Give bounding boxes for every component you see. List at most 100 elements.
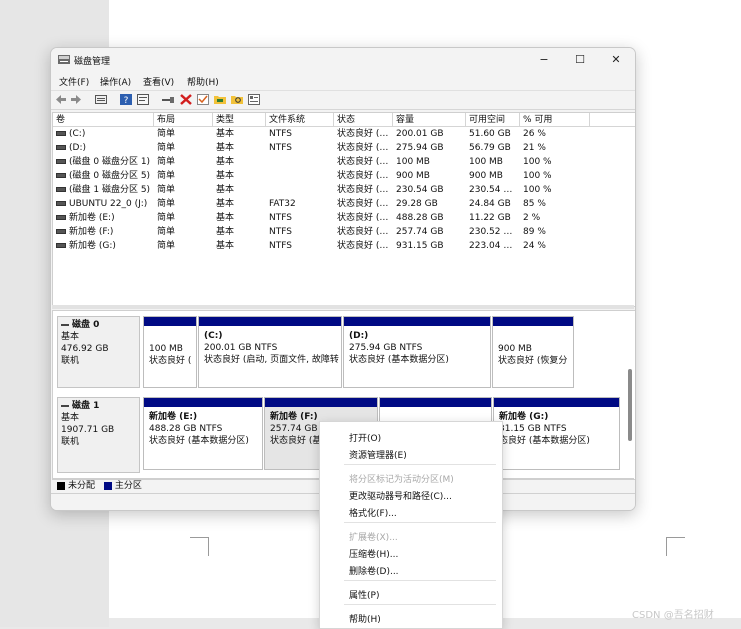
column-header-free-space[interactable]: 可用空间 <box>466 113 520 127</box>
table-row[interactable]: 新加卷 (G:) 简单 基本 NTFS 状态良好 (… 931.15 GB 223.04 …… <box>53 239 635 253</box>
cell-text: 新加卷 (E:) <box>69 213 115 223</box>
properties-icon[interactable] <box>137 94 149 105</box>
disk-icon <box>61 323 69 326</box>
view-icon[interactable] <box>248 94 260 105</box>
table-row[interactable]: (磁盘 1 磁盘分区 5) 简单 基本 状态良好 (… 230.54 GB 230.54 … <box>53 183 635 197</box>
menu-view[interactable]: 查看(V) <box>143 75 174 88</box>
menu-item-mark-active[interactable]: 将分区标记为活动分区(M) <box>349 472 454 485</box>
menu-separator <box>344 464 496 465</box>
menu-item-help[interactable]: 帮助(H) <box>349 612 381 625</box>
pane-splitter[interactable] <box>52 305 634 309</box>
menu-help[interactable]: 帮助(H) <box>187 75 219 88</box>
disk-0-info[interactable]: 磁盘 0 基本 476.92 GB 联机 <box>57 316 140 388</box>
column-header-volume[interactable]: 卷 <box>53 113 154 127</box>
disk-0-partition-c[interactable]: (C:) 200.01 GB NTFS 状态良好 (启动, 页面文件, 故障转 <box>198 316 342 388</box>
disk-list-icon[interactable] <box>95 94 107 105</box>
cell-text: 100 MB <box>396 157 430 167</box>
cell-text: 931.15 GB <box>396 241 444 251</box>
cell-text: (D:) <box>69 143 86 153</box>
cell-status: 状态良好 (… <box>337 127 393 141</box>
cell-text: 100 MB <box>469 157 503 167</box>
column-header-filesystem[interactable]: 文件系统 <box>266 113 334 127</box>
forward-icon[interactable] <box>70 94 82 105</box>
title-bar[interactable]: 磁盘管理 − ☐ ✕ <box>51 48 635 72</box>
cell-text: 状态良好 (… <box>337 143 389 153</box>
volume-icon <box>56 201 66 206</box>
cell-text: 状态良好 (… <box>337 213 389 223</box>
partition-bar <box>344 317 490 326</box>
cell-text: 26 % <box>523 129 546 139</box>
partition-status: 态良好 (基本数据分区) <box>499 436 590 446</box>
volume-icon <box>56 159 66 164</box>
back-icon[interactable] <box>55 94 67 105</box>
cell-text: 51.60 GB <box>469 129 511 139</box>
help-icon[interactable]: ? <box>120 94 132 105</box>
cell-capacity: 900 MB <box>396 169 466 183</box>
disk-0-partition-d[interactable]: (D:) 275.94 GB NTFS 状态良好 (基本数据分区) <box>343 316 491 388</box>
menu-item-format[interactable]: 格式化(F)... <box>349 506 397 519</box>
cell-text: 简单 <box>157 241 176 251</box>
cell-text: 900 MB <box>396 171 430 181</box>
folder-icon[interactable] <box>214 94 226 105</box>
close-button[interactable]: ✕ <box>599 51 633 69</box>
column-header-status[interactable]: 状态 <box>334 113 393 127</box>
cell-text: 24.84 GB <box>469 199 511 209</box>
table-row[interactable]: (磁盘 0 磁盘分区 1) 简单 基本 状态良好 (… 100 MB 100 MB 100 … <box>53 155 635 169</box>
connect-icon[interactable] <box>162 94 174 105</box>
menu-item-change-drive-letter[interactable]: 更改驱动器号和路径(C)... <box>349 489 452 502</box>
cell-text: 简单 <box>157 185 176 195</box>
cell-percent-free: 21 % <box>523 141 589 155</box>
table-row[interactable]: 新加卷 (F:) 简单 基本 NTFS 状态良好 (… 257.74 GB 230.52 …… <box>53 225 635 239</box>
table-row[interactable]: (C:) 简单 基本 NTFS 状态良好 (… 200.01 GB 51.60 GB 26 % <box>53 127 635 141</box>
column-header-percent-free[interactable]: % 可用 <box>520 113 590 127</box>
menu-item-explorer[interactable]: 资源管理器(E) <box>349 448 407 461</box>
column-header-capacity[interactable]: 容量 <box>393 113 466 127</box>
table-row[interactable]: (D:) 简单 基本 NTFS 状态良好 (… 275.94 GB 56.79 GB 21 % <box>53 141 635 155</box>
check-icon[interactable] <box>197 94 209 105</box>
column-header-type[interactable]: 类型 <box>213 113 266 127</box>
disk-1-info[interactable]: 磁盘 1 基本 1907.71 GB 联机 <box>57 397 140 473</box>
cell-free-space: 230.52 … <box>469 225 520 239</box>
menu-item-shrink-volume[interactable]: 压缩卷(H)... <box>349 547 398 560</box>
cell-free-space: 900 MB <box>469 169 520 183</box>
search-icon[interactable] <box>231 94 243 105</box>
table-row[interactable]: UBUNTU 22_0 (J:) 简单 基本 FAT32 状态良好 (… 29.28 GB… <box>53 197 635 211</box>
minimize-button[interactable]: − <box>527 51 561 69</box>
partition-bar <box>380 398 491 407</box>
disk-name: 磁盘 0 <box>72 320 100 330</box>
menu-item-delete-volume[interactable]: 删除卷(D)... <box>349 564 399 577</box>
partition-bar <box>265 398 377 407</box>
cell-text: 900 MB <box>469 171 503 181</box>
cell-text: 2 % <box>523 213 541 223</box>
cell-free-space: 230.54 … <box>469 183 520 197</box>
maximize-button[interactable]: ☐ <box>563 51 597 69</box>
delete-icon[interactable] <box>180 94 192 105</box>
disk-0-partition-recovery[interactable]: 900 MB 状态良好 (恢复分 <box>492 316 574 388</box>
column-header-layout[interactable]: 布局 <box>154 113 213 127</box>
cell-percent-free: 100 % <box>523 169 589 183</box>
menu-item-properties[interactable]: 属性(P) <box>349 588 379 601</box>
cell-layout: 简单 <box>157 239 213 253</box>
menu-action[interactable]: 操作(A) <box>100 75 131 88</box>
cell-capacity: 275.94 GB <box>396 141 466 155</box>
disk-1-partition-e[interactable]: 新加卷 (E:) 488.28 GB NTFS 状态良好 (基本数据分区) <box>143 397 263 470</box>
watermark: CSDN @吾名招财 <box>632 610 714 621</box>
disk-0-partition-1[interactable]: 100 MB 状态良好 ( <box>143 316 197 388</box>
cell-type: 基本 <box>216 169 266 183</box>
cell-percent-free: 89 % <box>523 225 589 239</box>
cell-percent-free: 24 % <box>523 239 589 253</box>
table-row[interactable]: 新加卷 (E:) 简单 基本 NTFS 状态良好 (… 488.28 GB 11.22 GB… <box>53 211 635 225</box>
disk-map-scrollbar[interactable] <box>628 369 632 441</box>
menu-file[interactable]: 文件(F) <box>59 75 89 88</box>
menu-item-open[interactable]: 打开(O) <box>349 431 381 444</box>
cell-percent-free: 100 % <box>523 183 589 197</box>
menu-item-extend-volume[interactable]: 扩展卷(X)... <box>349 530 398 543</box>
cell-text: 29.28 GB <box>396 199 438 209</box>
cell-text: 基本 <box>216 171 235 181</box>
cell-text: 24 % <box>523 241 546 251</box>
table-row[interactable]: (磁盘 0 磁盘分区 5) 简单 基本 状态良好 (… 900 MB 900 MB 100 … <box>53 169 635 183</box>
disk-1-partition-g[interactable]: 新加卷 (G:) 31.15 GB NTFS 态良好 (基本数据分区) <box>493 397 620 470</box>
cell-type: 基本 <box>216 141 266 155</box>
cell-volume: 新加卷 (G:) <box>56 239 153 253</box>
cell-capacity: 488.28 GB <box>396 211 466 225</box>
